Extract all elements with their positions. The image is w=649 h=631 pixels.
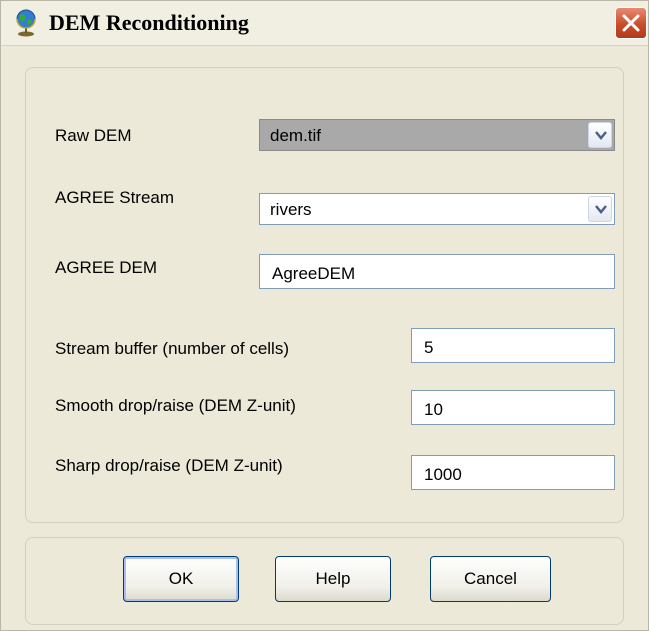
sharp-drop-label: Sharp drop/raise (DEM Z-unit) bbox=[55, 456, 283, 475]
agree-stream-dropdown-button[interactable] bbox=[588, 196, 612, 222]
stream-buffer-field[interactable] bbox=[411, 328, 615, 363]
chevron-down-icon bbox=[595, 205, 607, 214]
agree-stream-value: rivers bbox=[270, 200, 312, 219]
smooth-drop-label: Smooth drop/raise (DEM Z-unit) bbox=[55, 396, 296, 415]
agree-stream-label: AGREE Stream bbox=[55, 188, 175, 207]
raw-dem-value: dem.tif bbox=[270, 126, 322, 145]
smooth-drop-field[interactable] bbox=[411, 390, 615, 425]
agree-dem-label: AGREE DEM bbox=[55, 258, 158, 277]
ok-button[interactable]: OK bbox=[123, 556, 239, 602]
title-bar[interactable]: DEM Reconditioning bbox=[1, 1, 648, 46]
sharp-drop-field[interactable] bbox=[411, 455, 615, 490]
close-button[interactable] bbox=[615, 7, 647, 39]
close-icon bbox=[622, 14, 640, 32]
window-title: DEM Reconditioning bbox=[49, 10, 249, 35]
dem-reconditioning-dialog: DEM Reconditioning Raw DEM dem.tif AGREE… bbox=[0, 0, 649, 631]
raw-dem-label: Raw DEM bbox=[55, 126, 132, 145]
stream-buffer-label: Stream buffer (number of cells) bbox=[55, 339, 289, 358]
cancel-button[interactable]: Cancel bbox=[430, 556, 551, 602]
chevron-down-icon bbox=[595, 131, 607, 140]
agree-dem-field[interactable] bbox=[259, 254, 615, 289]
globe-icon bbox=[16, 9, 36, 37]
help-button[interactable]: Help bbox=[275, 556, 391, 602]
agree-stream-select[interactable]: rivers bbox=[259, 193, 615, 225]
raw-dem-dropdown-button[interactable] bbox=[588, 122, 612, 148]
raw-dem-select[interactable]: dem.tif bbox=[259, 119, 615, 151]
